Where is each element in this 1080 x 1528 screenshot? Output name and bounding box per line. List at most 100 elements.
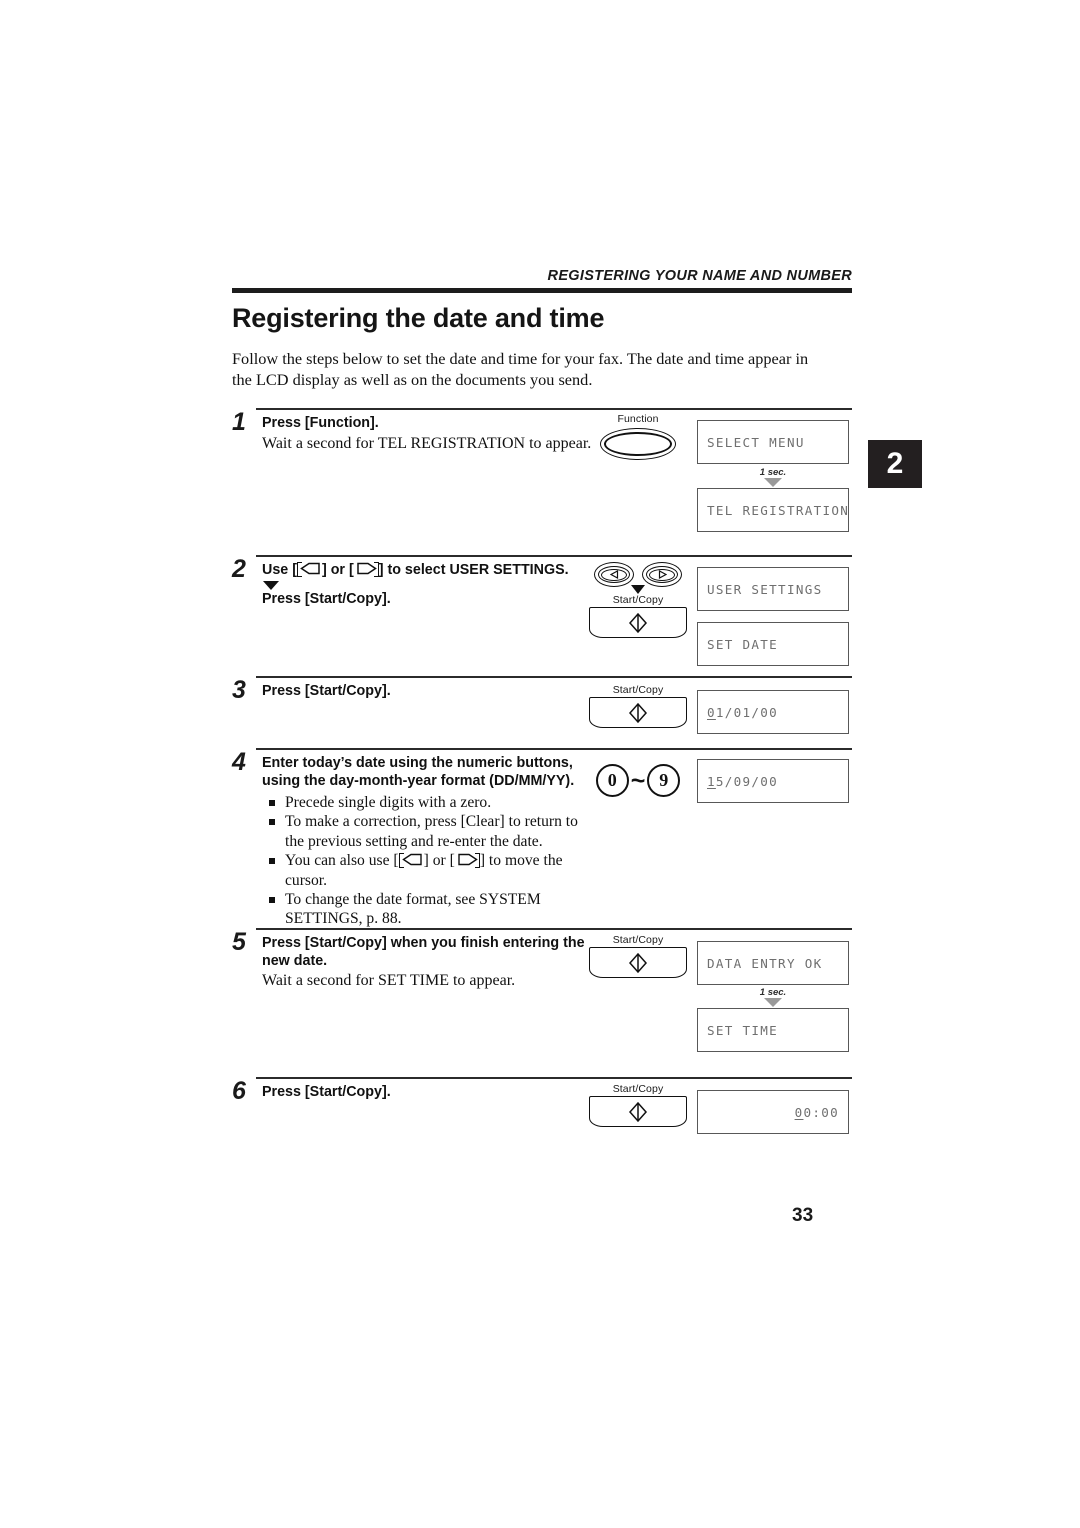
- arrow-right-key-icon: [354, 562, 379, 577]
- lcd-display: DATA ENTRY OK: [697, 941, 849, 985]
- lcd-display: SELECT MENU: [697, 420, 849, 464]
- list-item: You can also use [] or [] to move the cu…: [268, 851, 598, 890]
- step-divider: [256, 748, 852, 750]
- lead-text-pre: Use [: [262, 562, 297, 578]
- arrow-right-key-icon: [455, 853, 480, 869]
- lcd-text: SELECT MENU: [707, 434, 805, 450]
- key-art-startcopy: Start/Copy: [583, 684, 693, 728]
- step-lead: Use [ ] or [ ] to select USER SETTINGS.: [262, 562, 592, 580]
- delay-label: 1 sec.: [759, 467, 787, 478]
- lcd-text: 00:00: [698, 1105, 848, 1120]
- lcd-display: TEL REGISTRATION: [697, 488, 849, 532]
- list-item-pre: You can also use [: [285, 852, 399, 870]
- step-lead: Press [Function].: [262, 415, 379, 431]
- step-number: 3: [232, 676, 246, 704]
- function-button-icon: [600, 428, 676, 460]
- arrow-down-icon: [764, 998, 782, 1007]
- numeric-key-zero: 0: [595, 764, 629, 797]
- intro-paragraph: Follow the steps below to set the date a…: [232, 349, 809, 389]
- step-4-bullet-list: Precede single digits with a zero. To ma…: [268, 793, 598, 929]
- arrow-down-icon: [631, 585, 645, 594]
- step-lead-2: Press [Start/Copy].: [262, 590, 391, 607]
- delay-connector: 1 sec.: [697, 988, 849, 1007]
- lcd-display: 15/09/00: [697, 759, 849, 803]
- key-art-arrows-startcopy: Start/Copy: [583, 562, 693, 638]
- step-number: 2: [232, 555, 246, 583]
- step-number: 5: [232, 928, 246, 956]
- lcd-text: SET DATE: [707, 636, 779, 652]
- arrow-right-button-icon: [642, 562, 682, 587]
- start-copy-button-icon: [589, 947, 687, 978]
- step-lead-line1: Press [Start/Copy] when you finish enter…: [262, 935, 585, 951]
- lcd-display: 00:00: [697, 1090, 849, 1134]
- step-instruction: Press [Start/Copy].: [262, 1084, 592, 1102]
- lcd-value: 1/01/00: [715, 704, 779, 720]
- arrow-keys-icon: [592, 562, 684, 587]
- list-item-mid: ] or [: [423, 852, 455, 870]
- step-lead-line2: new date.: [262, 952, 328, 969]
- key-art-numeric: 0 ~ 9: [583, 762, 693, 797]
- step-lead-line2: using the day-month-year format (DD/MM/Y…: [262, 772, 575, 789]
- step-number: 4: [232, 748, 246, 776]
- lead-text-mid: ] or [: [321, 562, 354, 578]
- numeric-key-nine: 9: [647, 764, 681, 797]
- step-instruction: Press [Function]. Wait a second for TEL …: [262, 415, 592, 454]
- step-sub: Wait a second for TEL REGISTRATION to ap…: [262, 434, 592, 452]
- lcd-display: 01/01/00: [697, 690, 849, 734]
- lcd-display: SET TIME: [697, 1008, 849, 1052]
- lcd-text: SET TIME: [707, 1022, 779, 1038]
- header-rule: [232, 288, 852, 293]
- lcd-text: TEL REGISTRATION: [707, 502, 850, 518]
- chapter-tab: 2: [868, 440, 922, 488]
- step-divider: [256, 408, 852, 410]
- start-copy-button-icon: [589, 607, 687, 638]
- running-head: REGISTERING YOUR NAME AND NUMBER: [547, 268, 852, 284]
- step-divider: [256, 1077, 852, 1079]
- delay-label: 1 sec.: [759, 987, 787, 998]
- list-item: To make a correction, press [Clear] to r…: [268, 812, 598, 851]
- step-lead: Press [Start/Copy].: [262, 1084, 391, 1100]
- lcd-text: 01/01/00: [698, 705, 848, 720]
- key-art-function: Function: [583, 413, 693, 460]
- list-item: Precede single digits with a zero.: [268, 793, 598, 812]
- step-instruction: Enter today’s date using the numeric but…: [262, 755, 592, 790]
- step-divider: [256, 555, 852, 557]
- step-sub: Wait a second for SET TIME to appear.: [262, 972, 516, 989]
- lcd-cursor-char: 0: [707, 704, 716, 720]
- delay-connector: 1 sec.: [697, 468, 849, 487]
- step-instruction: Press [Start/Copy].: [262, 683, 592, 701]
- lcd-text: 15/09/00: [698, 774, 848, 789]
- arrow-down-icon: [263, 580, 279, 590]
- step-instruction: Press [Start/Copy] when you finish enter…: [262, 935, 592, 991]
- numeric-buttons-icon: 0 ~ 9: [583, 764, 693, 797]
- arrow-left-key-icon: [296, 562, 322, 577]
- step-number: 1: [232, 408, 246, 436]
- step-lead: Press [Start/Copy].: [262, 683, 391, 699]
- start-copy-button-icon: [589, 1096, 687, 1127]
- lcd-cursor-char: 1: [707, 773, 716, 789]
- key-art-startcopy: Start/Copy: [583, 1083, 693, 1127]
- start-copy-button-icon: [589, 697, 687, 728]
- step-instruction: Use [ ] or [ ] to select USER SETTINGS. Pr…: [262, 562, 592, 608]
- step-divider: [256, 676, 852, 678]
- key-label-function: Function: [617, 413, 659, 425]
- key-label-start-copy: Start/Copy: [612, 1083, 664, 1095]
- page-number: 33: [792, 1205, 814, 1226]
- step-number: 6: [232, 1077, 246, 1105]
- key-label-start-copy: Start/Copy: [612, 594, 664, 606]
- page-title: Registering the date and time: [232, 303, 605, 333]
- range-tilde: ~: [630, 766, 646, 795]
- lcd-text: DATA ENTRY OK: [707, 955, 823, 971]
- list-item: To change the date format, see SYSTEM SE…: [268, 890, 598, 929]
- arrow-left-key-icon: [398, 853, 424, 869]
- lcd-display: SET DATE: [697, 622, 849, 666]
- lcd-value: 5/09/00: [715, 773, 779, 789]
- manual-page: REGISTERING YOUR NAME AND NUMBER 2 Regis…: [0, 0, 1080, 1528]
- key-label-start-copy: Start/Copy: [612, 934, 664, 946]
- lcd-text: USER SETTINGS: [707, 581, 823, 597]
- key-label-start-copy: Start/Copy: [612, 684, 664, 696]
- lead-text-post: ] to select USER SETTINGS.: [378, 562, 569, 578]
- step-lead-line1: Enter today’s date using the numeric but…: [262, 755, 573, 771]
- arrow-down-icon: [764, 478, 782, 487]
- key-art-startcopy: Start/Copy: [583, 934, 693, 978]
